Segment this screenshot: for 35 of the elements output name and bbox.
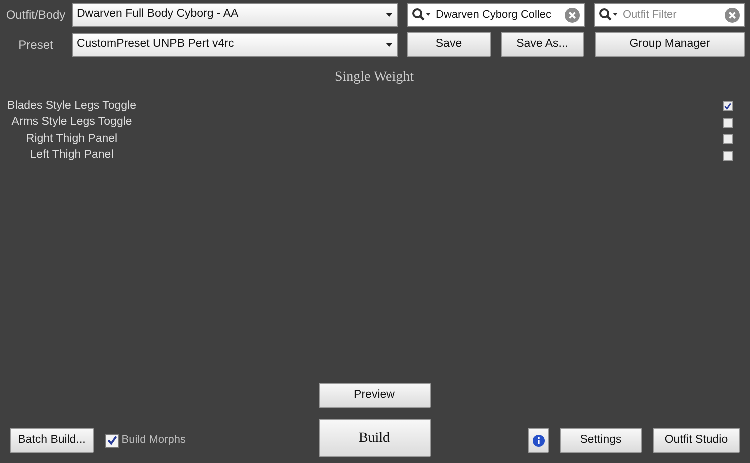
slider-label: Left Thigh Panel bbox=[29, 148, 115, 164]
button[interactable]: Build bbox=[318, 419, 430, 457]
search-field[interactable]: Dwarven Cyborg Collec bbox=[407, 3, 585, 27]
info-button[interactable] bbox=[528, 428, 549, 453]
checkbox-label: Build Morphs bbox=[122, 433, 186, 448]
dropdown[interactable]: CustomPreset UNPB Pert v4rc bbox=[72, 32, 398, 56]
button[interactable]: Preview bbox=[318, 383, 430, 408]
clear-icon[interactable] bbox=[565, 8, 580, 22]
slider-label: Arms Style Legs Toggle bbox=[10, 115, 134, 130]
text-input[interactable]: Outfit Filter bbox=[623, 6, 721, 24]
field-label: Preset bbox=[18, 36, 54, 54]
info-icon bbox=[532, 434, 544, 446]
dropdown[interactable]: Dwarven Full Body Cyborg - AA bbox=[72, 3, 398, 27]
button[interactable]: Save As... bbox=[501, 32, 584, 57]
search-icon[interactable] bbox=[599, 8, 619, 22]
dropdown-caret-icon[interactable] bbox=[386, 13, 393, 17]
filter-field[interactable]: Outfit Filter bbox=[594, 3, 745, 27]
button[interactable]: Outfit Studio bbox=[653, 428, 740, 453]
section-title: Single Weight bbox=[334, 69, 416, 87]
search-icon[interactable] bbox=[412, 8, 432, 22]
dropdown-caret-icon[interactable] bbox=[386, 42, 393, 46]
button[interactable]: Group Manager bbox=[595, 32, 745, 57]
button[interactable]: Batch Build... bbox=[10, 428, 94, 453]
field-label: Outfit/Body bbox=[5, 7, 67, 24]
slider-label: Blades Style Legs Toggle bbox=[6, 98, 138, 114]
checkbox[interactable] bbox=[723, 118, 733, 128]
checkbox[interactable] bbox=[723, 150, 733, 161]
checkbox[interactable] bbox=[723, 101, 733, 112]
button[interactable]: Save bbox=[407, 32, 491, 57]
text-input[interactable]: Dwarven Cyborg Collec bbox=[436, 6, 561, 24]
checkbox[interactable] bbox=[723, 134, 733, 144]
button[interactable]: Settings bbox=[560, 428, 642, 453]
checkbox[interactable] bbox=[105, 434, 119, 448]
clear-icon[interactable] bbox=[725, 8, 740, 22]
slider-label: Right Thigh Panel bbox=[25, 132, 119, 147]
